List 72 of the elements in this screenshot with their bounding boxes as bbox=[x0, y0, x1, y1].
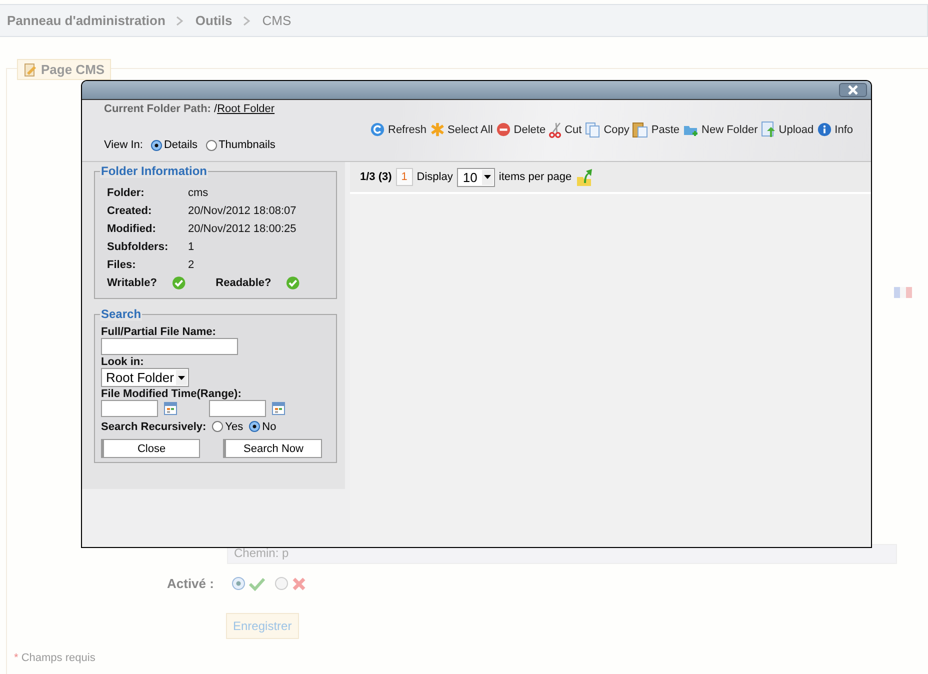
copy-button[interactable]: Copy bbox=[584, 121, 630, 138]
look-in-dropdown[interactable]: Root Folder bbox=[101, 368, 189, 387]
radio-button[interactable] bbox=[232, 577, 245, 590]
page-count: 1/3 (3) bbox=[360, 171, 392, 183]
field-label: Look in: bbox=[101, 356, 145, 368]
french-flag-icon bbox=[894, 287, 912, 298]
panel-title: Folder Information bbox=[100, 164, 208, 178]
required-mark: * bbox=[14, 652, 18, 664]
view-label: View In: bbox=[104, 139, 143, 151]
folder-up-icon[interactable] bbox=[576, 167, 594, 187]
delete-button[interactable]: Delete bbox=[496, 121, 546, 138]
upload-button[interactable]: Upload bbox=[760, 121, 814, 138]
refresh-button[interactable]: Refresh bbox=[370, 121, 427, 138]
legend-text: Page CMS bbox=[41, 62, 105, 77]
panel-title: Search bbox=[100, 307, 142, 321]
info-value: 2 bbox=[188, 259, 194, 271]
info-label: Folder: bbox=[107, 187, 146, 199]
info-button[interactable]: Info bbox=[816, 121, 853, 138]
copy-icon bbox=[584, 122, 601, 138]
caret-icon bbox=[484, 175, 491, 179]
path-label: Current Folder Path: bbox=[104, 103, 211, 115]
info-label: Files: bbox=[107, 259, 137, 271]
field-label: Search Recursively: bbox=[101, 421, 206, 433]
per-page-label: items per page bbox=[498, 171, 572, 183]
chevron-icon bbox=[176, 16, 184, 26]
edit-page-icon bbox=[23, 62, 37, 76]
radio-button[interactable] bbox=[274, 577, 288, 590]
date-field[interactable] bbox=[209, 400, 266, 417]
select-all-button[interactable]: Select All bbox=[430, 121, 493, 138]
close-button[interactable] bbox=[839, 83, 867, 97]
caret-icon bbox=[178, 376, 185, 380]
info-value: cms bbox=[188, 187, 208, 199]
folder-link[interactable]: Root Folder bbox=[217, 103, 275, 115]
refresh-icon bbox=[370, 122, 385, 137]
paste-button[interactable]: Paste bbox=[632, 121, 680, 138]
display-label: Display bbox=[416, 171, 453, 183]
info-label: Writable? bbox=[107, 277, 157, 289]
chevron-icon bbox=[243, 16, 252, 26]
active-label: Activé : bbox=[167, 576, 214, 591]
search-panel-button[interactable]: Search Now bbox=[223, 439, 322, 458]
info-label: Readable? bbox=[216, 277, 272, 289]
per-page-dropdown[interactable]: 10 bbox=[456, 168, 495, 186]
cross-icon bbox=[292, 576, 306, 590]
scissors-icon bbox=[548, 122, 562, 138]
new-folder-button[interactable]: New Folder bbox=[682, 121, 758, 138]
info-value: 1 bbox=[188, 241, 194, 253]
file-name-field[interactable] bbox=[101, 338, 238, 355]
info-label: Subfolders: bbox=[107, 241, 170, 253]
search-panel-button[interactable]: Close bbox=[101, 439, 200, 458]
info-icon bbox=[816, 122, 832, 137]
delete-icon bbox=[496, 122, 511, 137]
info-label: Modified: bbox=[107, 223, 157, 235]
upload-icon bbox=[760, 121, 776, 138]
view-option[interactable]: Details bbox=[150, 139, 198, 151]
recursive-option[interactable]: Yes bbox=[212, 420, 244, 432]
date-field[interactable] bbox=[101, 400, 158, 417]
recursive-option[interactable]: No bbox=[249, 420, 276, 432]
field-label: Full/Partial File Name: bbox=[101, 326, 217, 338]
view-option[interactable]: Thumbnails bbox=[206, 139, 276, 151]
calendar-icon[interactable] bbox=[164, 402, 177, 415]
asterisk-icon bbox=[430, 122, 445, 137]
calendar-icon[interactable] bbox=[272, 402, 285, 415]
info-label: Created: bbox=[107, 205, 153, 217]
check-icon bbox=[248, 576, 265, 590]
field-label: File Modified Time(Range): bbox=[101, 388, 242, 400]
path-prefix: / bbox=[214, 103, 218, 115]
info-value: 20/Nov/2012 18:00:25 bbox=[188, 223, 296, 235]
cut-button[interactable]: Cut bbox=[548, 121, 582, 138]
info-value: 20/Nov/2012 18:08:07 bbox=[188, 205, 296, 217]
close-icon bbox=[848, 85, 858, 95]
clipboard-icon bbox=[632, 121, 648, 138]
required-note: Champs requis bbox=[21, 652, 96, 664]
